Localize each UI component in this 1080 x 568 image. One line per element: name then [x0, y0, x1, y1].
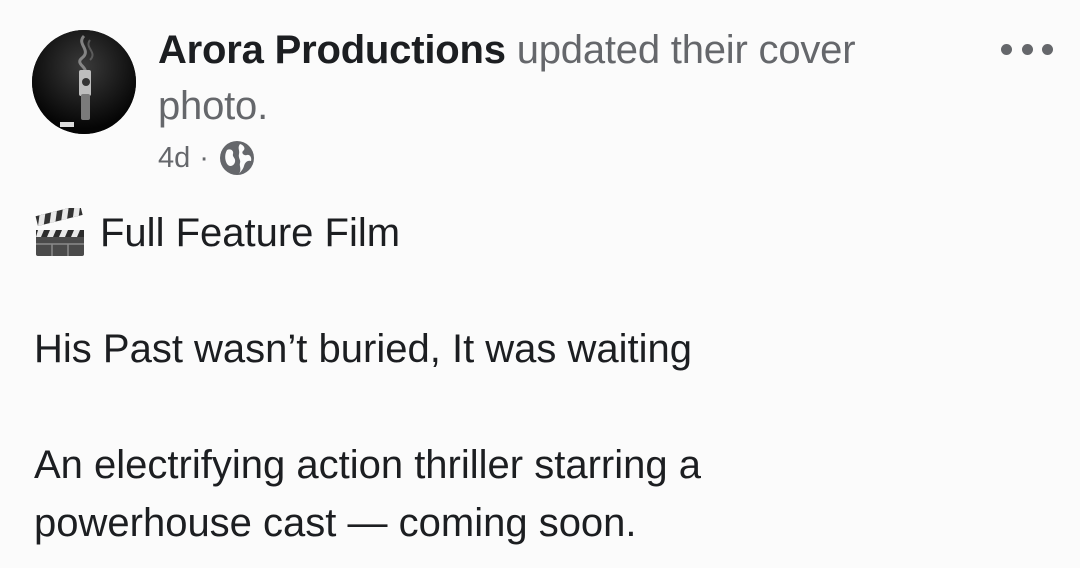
meta-separator: · [199, 141, 209, 174]
post-timestamp[interactable]: 4d [158, 142, 190, 175]
more-dot [1042, 43, 1053, 55]
author-name[interactable]: Arora Productions [158, 28, 506, 72]
profile-avatar[interactable] [32, 30, 136, 134]
more-options-icon[interactable] [1001, 34, 1053, 64]
more-dot [1001, 43, 1012, 55]
post-header: Arora Productions updated their cover ph… [158, 22, 958, 134]
post-meta: 4d · [158, 138, 256, 178]
globe-icon[interactable] [218, 139, 256, 177]
post-tagline: His Past wasn’t buried, It was waiting [34, 327, 693, 371]
avatar-image [32, 30, 136, 134]
post-title: Full Feature Film [100, 211, 401, 255]
post-body: Full Feature Film His Past wasn’t buried… [34, 204, 1044, 552]
post-description-line: powerhouse cast — coming soon. [34, 501, 637, 545]
post-title-line: Full Feature Film [34, 204, 1044, 262]
clapper-board-icon [34, 205, 86, 258]
post-description-line: An electrifying action thriller starring… [34, 443, 701, 487]
more-dot [1021, 43, 1033, 55]
